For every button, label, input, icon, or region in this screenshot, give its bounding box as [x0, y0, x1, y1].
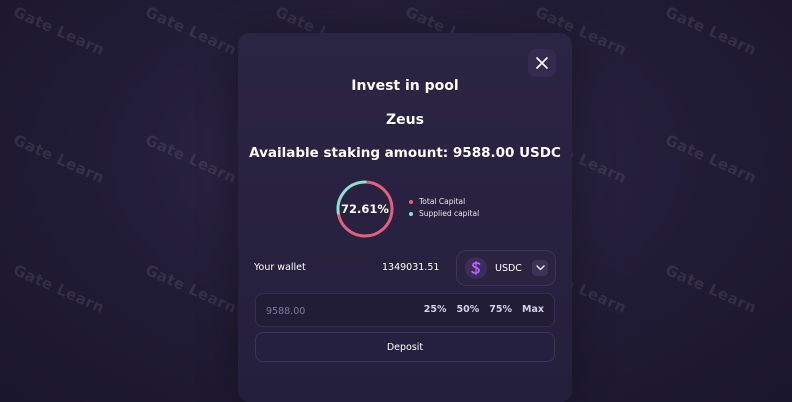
- modal-title: Invest in pool: [351, 78, 459, 94]
- watermark: Gate Learn: [10, 2, 108, 60]
- token-dropdown-toggle[interactable]: [532, 260, 548, 276]
- percent-50-button[interactable]: 50%: [457, 304, 480, 315]
- amount-field: 25% 50% 75% Max: [255, 293, 555, 327]
- token-select[interactable]: USDC: [456, 250, 556, 286]
- amount-input[interactable]: [266, 302, 416, 320]
- wallet-label: Your wallet: [254, 262, 306, 273]
- available-staking-amount: Available staking amount: 9588.00 USDC: [249, 145, 561, 161]
- watermark: Gate Learn: [10, 130, 108, 188]
- watermark: Gate Learn: [142, 260, 240, 318]
- legend-label: Supplied capital: [419, 209, 480, 218]
- watermark: Gate Learn: [662, 260, 760, 318]
- max-button[interactable]: Max: [522, 304, 544, 315]
- legend-item-total-capital: Total Capital: [409, 197, 479, 206]
- ratio-label: 72.61%: [341, 202, 389, 216]
- legend-dot-icon: [409, 211, 413, 216]
- percent-buttons: 25% 50% 75% Max: [414, 304, 544, 315]
- pool-name: Zeus: [386, 112, 424, 128]
- percent-25-button[interactable]: 25%: [424, 304, 447, 315]
- capital-ratio-chart: 72.61%: [332, 176, 398, 242]
- invest-modal: Invest in pool Zeus Available staking am…: [238, 33, 572, 402]
- watermark: Gate Learn: [142, 2, 240, 60]
- wallet-balance: 1349031.51: [382, 262, 440, 273]
- token-name: USDC: [495, 262, 522, 274]
- deposit-button[interactable]: Deposit: [255, 332, 555, 362]
- legend-dot-icon: [409, 199, 413, 204]
- legend-label: Total Capital: [419, 197, 466, 206]
- legend-item-supplied-capital: Supplied capital: [409, 209, 479, 218]
- close-button[interactable]: [528, 49, 556, 77]
- chevron-down-icon: [535, 265, 545, 271]
- watermark: Gate Learn: [10, 260, 108, 318]
- watermark: Gate Learn: [662, 2, 760, 60]
- token-s-icon: [465, 257, 487, 279]
- chart-legend: Total Capital Supplied capital: [409, 197, 479, 221]
- watermark: Gate Learn: [142, 130, 240, 188]
- watermark: Gate Learn: [662, 130, 760, 188]
- percent-75-button[interactable]: 75%: [489, 304, 512, 315]
- close-icon: [536, 57, 548, 69]
